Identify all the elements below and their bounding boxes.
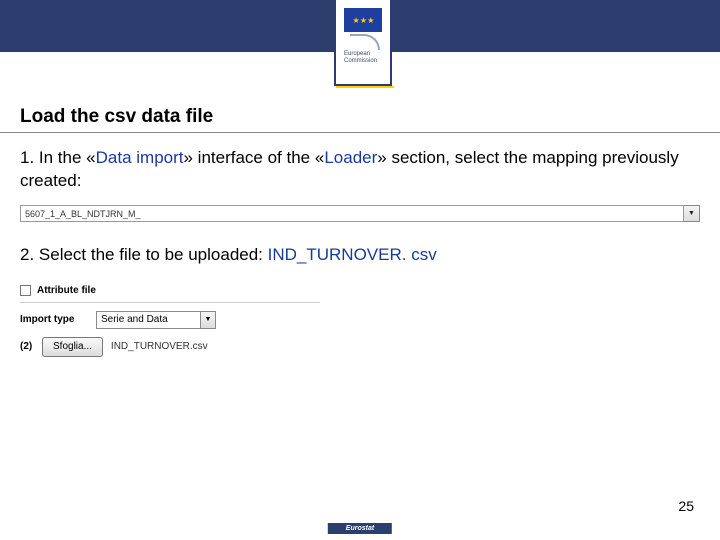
- logo-underline: [336, 86, 394, 88]
- selected-filename: IND_TURNOVER.csv: [111, 341, 208, 352]
- attribute-file-label: Attribute file: [37, 285, 96, 296]
- attribute-file-row: Attribute file: [20, 279, 320, 303]
- content-area: 1. In the «Data import» interface of the…: [0, 147, 720, 357]
- token-data-import: Data import: [96, 148, 184, 167]
- mapping-dropdown[interactable]: 5607_1_A_BL_NDTJRN_M_ ▼: [20, 205, 700, 222]
- eu-flag-icon: ★ ★ ★: [344, 8, 382, 32]
- slide-header: ★ ★ ★ EuropeanCommission: [0, 0, 720, 98]
- footer-eurostat: Eurostat: [328, 523, 392, 534]
- ec-logo-text: EuropeanCommission: [344, 51, 377, 64]
- import-type-row: Import type Serie and Data ▼: [20, 303, 320, 333]
- attribute-file-checkbox[interactable]: [20, 285, 31, 296]
- step-2: 2. Select the file to be uploaded: IND_T…: [20, 244, 700, 267]
- step-2-number: 2.: [20, 245, 34, 264]
- row-indicator: (2): [20, 341, 34, 352]
- chevron-down-icon[interactable]: ▼: [684, 205, 700, 222]
- import-type-value[interactable]: Serie and Data: [96, 311, 201, 329]
- browse-button[interactable]: Sfoglia...: [42, 337, 103, 357]
- ec-arc-icon: [350, 34, 380, 50]
- ec-logo: ★ ★ ★ EuropeanCommission: [334, 0, 392, 86]
- file-upload-row: (2) Sfoglia... IND_TURNOVER.csv: [20, 333, 320, 357]
- step-1: 1. In the «Data import» interface of the…: [20, 147, 700, 193]
- chevron-down-icon[interactable]: ▼: [201, 311, 216, 329]
- page-number: 25: [678, 498, 694, 514]
- import-panel: Attribute file Import type Serie and Dat…: [20, 279, 320, 357]
- import-type-select[interactable]: Serie and Data ▼: [96, 311, 216, 329]
- token-filename: IND_TURNOVER. csv: [268, 245, 437, 264]
- token-loader: Loader: [324, 148, 377, 167]
- step-1-number: 1.: [20, 148, 34, 167]
- mapping-dropdown-value[interactable]: 5607_1_A_BL_NDTJRN_M_: [20, 205, 684, 222]
- import-type-label: Import type: [20, 314, 86, 325]
- section-title: Load the csv data file: [0, 98, 720, 133]
